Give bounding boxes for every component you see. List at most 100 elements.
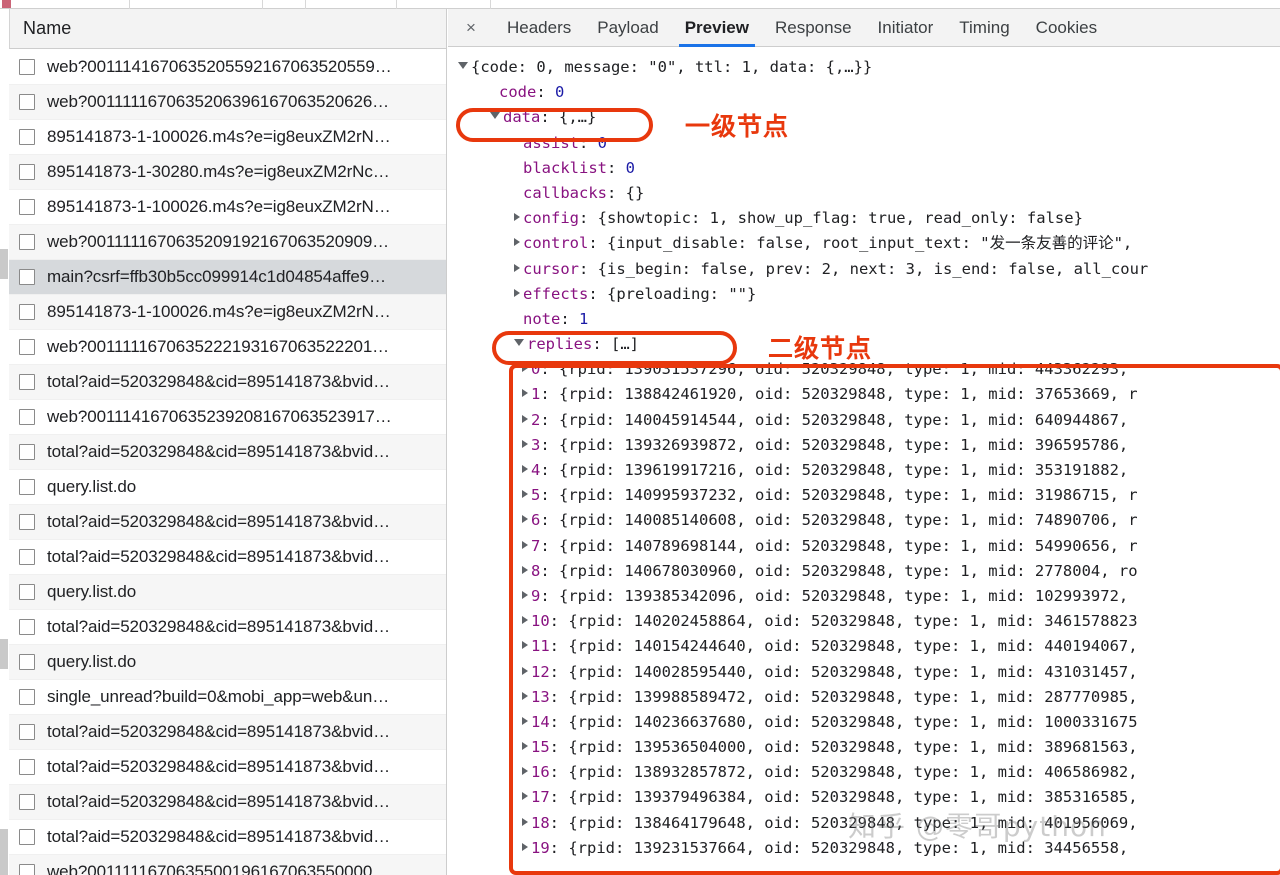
tab-response[interactable]: Response [762, 9, 865, 47]
chevron-right-icon[interactable] [522, 540, 528, 549]
tab-payload[interactable]: Payload [584, 9, 671, 47]
chevron-right-icon[interactable] [522, 842, 528, 851]
request-checkbox[interactable] [19, 689, 35, 705]
chevron-right-icon[interactable] [522, 641, 528, 650]
request-checkbox[interactable] [19, 269, 35, 285]
request-checkbox[interactable] [19, 59, 35, 75]
request-row[interactable]: web?0011111670635209192167063520909… [9, 225, 446, 260]
request-row[interactable]: web?0011111670635500196167063550000… [9, 855, 446, 875]
tab-initiator[interactable]: Initiator [865, 9, 947, 47]
request-row[interactable]: total?aid=520329848&cid=895141873&bvid… [9, 820, 446, 855]
request-list[interactable]: web?0011141670635205592167063520559… web?… [9, 50, 446, 875]
request-row[interactable]: query.list.do [9, 470, 446, 505]
chevron-right-icon[interactable] [522, 490, 528, 499]
request-checkbox[interactable] [19, 339, 35, 355]
json-reply-row[interactable]: 3: {rpid: 139326939872, oid: 520329848, … [456, 433, 1280, 458]
json-line-data[interactable]: data: {,…} [456, 105, 1280, 130]
request-checkbox[interactable] [19, 794, 35, 810]
request-row[interactable]: 895141873-1-100026.m4s?e=ig8euxZM2rN… [9, 120, 446, 155]
tab-timing[interactable]: Timing [946, 9, 1022, 47]
json-reply-row[interactable]: 6: {rpid: 140085140608, oid: 520329848, … [456, 508, 1280, 533]
json-line-config[interactable]: config: {showtopic: 1, show_up_flag: tru… [456, 206, 1280, 231]
json-line-cursor[interactable]: cursor: {is_begin: false, prev: 2, next:… [456, 257, 1280, 282]
request-checkbox[interactable] [19, 129, 35, 145]
chevron-down-icon[interactable] [458, 62, 468, 69]
request-row[interactable]: total?aid=520329848&cid=895141873&bvid… [9, 785, 446, 820]
request-row[interactable]: main?csrf=ffb30b5cc099914c1d04854affe9… [9, 260, 446, 295]
request-row[interactable]: web?0011111670635222193167063522201… [9, 330, 446, 365]
json-reply-row[interactable]: 14: {rpid: 140236637680, oid: 520329848,… [456, 710, 1280, 735]
request-checkbox[interactable] [19, 864, 35, 875]
json-reply-row[interactable]: 11: {rpid: 140154244640, oid: 520329848,… [456, 634, 1280, 659]
request-checkbox[interactable] [19, 654, 35, 670]
request-row[interactable]: total?aid=520329848&cid=895141873&bvid… [9, 610, 446, 645]
scrollbar-fragment[interactable] [0, 829, 8, 875]
close-icon[interactable]: × [458, 15, 484, 41]
chevron-right-icon[interactable] [522, 565, 528, 574]
tab-cookies[interactable]: Cookies [1023, 9, 1110, 47]
request-checkbox[interactable] [19, 584, 35, 600]
request-row[interactable]: total?aid=520329848&cid=895141873&bvid… [9, 505, 446, 540]
chevron-right-icon[interactable] [522, 389, 528, 398]
column-header-name[interactable]: Name [10, 18, 71, 39]
chevron-right-icon[interactable] [522, 515, 528, 524]
request-checkbox[interactable] [19, 514, 35, 530]
request-checkbox[interactable] [19, 94, 35, 110]
chevron-right-icon[interactable] [514, 288, 520, 297]
json-reply-row[interactable]: 13: {rpid: 139988589472, oid: 520329848,… [456, 685, 1280, 710]
json-reply-row[interactable]: 18: {rpid: 138464179648, oid: 520329848,… [456, 811, 1280, 836]
request-checkbox[interactable] [19, 409, 35, 425]
json-reply-row[interactable]: 17: {rpid: 139379496384, oid: 520329848,… [456, 785, 1280, 810]
json-line-effects[interactable]: effects: {preloading: ""} [456, 282, 1280, 307]
request-row[interactable]: web?0011141670635205592167063520559… [9, 50, 446, 85]
json-line-code[interactable]: code: 0 [456, 80, 1280, 105]
json-line-callbacks[interactable]: callbacks: {} [456, 181, 1280, 206]
json-reply-row[interactable]: 8: {rpid: 140678030960, oid: 520329848, … [456, 559, 1280, 584]
request-row[interactable]: query.list.do [9, 645, 446, 680]
tab-preview[interactable]: Preview [672, 9, 762, 47]
request-row[interactable]: total?aid=520329848&cid=895141873&bvid… [9, 365, 446, 400]
chevron-right-icon[interactable] [522, 465, 528, 473]
chevron-down-icon[interactable] [514, 339, 524, 347]
chevron-right-icon[interactable] [522, 666, 528, 675]
request-row[interactable]: 895141873-1-100026.m4s?e=ig8euxZM2rN… [9, 295, 446, 330]
chevron-right-icon[interactable] [522, 691, 528, 700]
request-row[interactable]: total?aid=520329848&cid=895141873&bvid… [9, 750, 446, 785]
chevron-right-icon[interactable] [522, 792, 528, 801]
request-checkbox[interactable] [19, 234, 35, 250]
request-checkbox[interactable] [19, 619, 35, 635]
request-checkbox[interactable] [19, 829, 35, 845]
json-root-line[interactable]: {code: 0, message: "0", ttl: 1, data: {,… [456, 55, 1280, 80]
request-row[interactable]: web?0011111670635206396167063520626… [9, 85, 446, 120]
request-row[interactable]: 895141873-1-30280.m4s?e=ig8euxZM2rNc… [9, 155, 446, 190]
request-checkbox[interactable] [19, 304, 35, 320]
json-reply-row[interactable]: 2: {rpid: 140045914544, oid: 520329848, … [456, 408, 1280, 433]
chevron-right-icon[interactable] [522, 590, 528, 599]
chevron-right-icon[interactable] [522, 742, 528, 751]
chevron-right-icon[interactable] [522, 767, 528, 776]
chevron-right-icon[interactable] [514, 238, 520, 247]
json-reply-row[interactable]: 7: {rpid: 140789698144, oid: 520329848, … [456, 534, 1280, 559]
json-reply-row[interactable]: 19: {rpid: 139231537664, oid: 520329848,… [456, 836, 1280, 861]
request-checkbox[interactable] [19, 199, 35, 215]
request-checkbox[interactable] [19, 724, 35, 740]
request-row[interactable]: single_unread?build=0&mobi_app=web&un… [9, 680, 446, 715]
request-checkbox[interactable] [19, 759, 35, 775]
request-row[interactable]: query.list.do [9, 575, 446, 610]
chevron-right-icon[interactable] [522, 817, 528, 826]
chevron-right-icon[interactable] [514, 213, 520, 222]
json-line-blacklist[interactable]: blacklist: 0 [456, 156, 1280, 181]
request-row[interactable]: 895141873-1-100026.m4s?e=ig8euxZM2rN… [9, 190, 446, 225]
scrollbar-fragment[interactable] [0, 249, 8, 279]
json-reply-row[interactable]: 12: {rpid: 140028595440, oid: 520329848,… [456, 660, 1280, 685]
json-reply-row[interactable]: 15: {rpid: 139536504000, oid: 520329848,… [456, 735, 1280, 760]
request-checkbox[interactable] [19, 374, 35, 390]
json-reply-row[interactable]: 1: {rpid: 138842461920, oid: 520329848, … [456, 382, 1280, 407]
request-row[interactable]: total?aid=520329848&cid=895141873&bvid… [9, 435, 446, 470]
chevron-right-icon[interactable] [522, 616, 528, 625]
request-checkbox[interactable] [19, 444, 35, 460]
chevron-right-icon[interactable] [522, 364, 528, 373]
chevron-right-icon[interactable] [522, 716, 528, 725]
request-checkbox[interactable] [19, 164, 35, 180]
chevron-right-icon[interactable] [514, 263, 520, 272]
